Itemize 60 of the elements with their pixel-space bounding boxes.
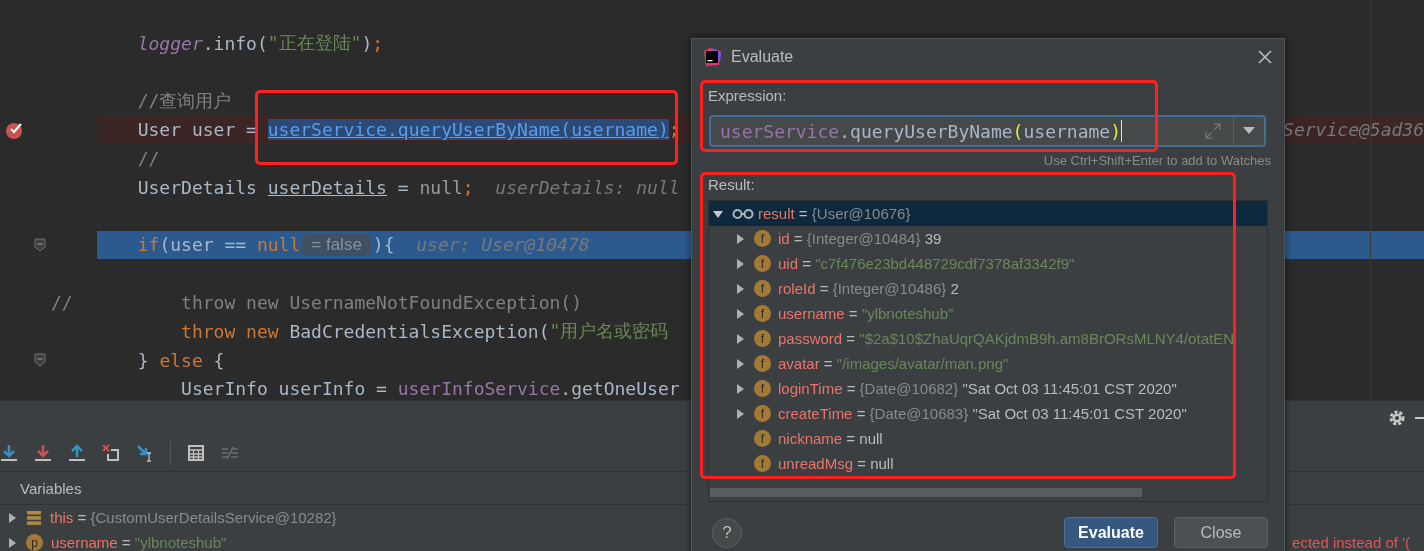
field-icon: f: [754, 255, 771, 272]
dialog-title: Evaluate: [731, 48, 794, 66]
fold-icon[interactable]: [34, 237, 46, 252]
selected-tree-row[interactable]: result = {User@10676}: [709, 201, 1267, 226]
variable-text: uid = "c7f476e23bd448729cdf7378af3342f9": [778, 255, 1075, 272]
variable-text: username = "ylbnoteshub": [778, 305, 954, 322]
scrollbar[interactable]: [710, 488, 1142, 497]
expand-arrow-icon[interactable]: [734, 232, 746, 245]
down-arrow-icon[interactable]: [0, 444, 18, 462]
expand-arrow-icon[interactable]: [734, 282, 746, 295]
field-icon: f: [754, 230, 771, 247]
help-button[interactable]: ?: [712, 517, 742, 548]
expand-arrow-icon[interactable]: [734, 257, 746, 270]
variable-text: username = "ylbnoteshub": [51, 534, 227, 551]
field-label: Expression:: [708, 87, 788, 105]
field-label: Result:: [708, 176, 756, 194]
variable-text: this = {CustomUserDetailsService@10282}: [50, 509, 337, 526]
down-arrow-icon[interactable]: [34, 444, 52, 462]
expression-field[interactable]: userService.queryUserByName(username): [709, 115, 1266, 147]
close-button[interactable]: Close: [1174, 517, 1268, 548]
expand-arrow-icon[interactable]: [734, 357, 746, 370]
hint-text: Use Ctrl+Shift+Enter to add to Watches: [1042, 153, 1271, 168]
expand-arrow-icon[interactable]: [734, 332, 746, 345]
cursor-arrow-icon[interactable]: [136, 444, 154, 462]
dropdown-caret-icon: [1243, 127, 1255, 135]
parameter-icon: p: [26, 534, 43, 551]
stack-icon: [26, 509, 42, 526]
variable-text: roleId = {Integer@10486} 2: [778, 280, 959, 297]
field-icon: f: [754, 380, 771, 397]
variable-text: createTime = {Date@10683} "Sat Oct 03 11:45:01 CST 2020": [778, 405, 1187, 422]
variable-text: id = {Integer@10484} 39: [778, 230, 942, 247]
fold-icon[interactable]: [34, 353, 46, 368]
field-icon: f: [754, 455, 771, 472]
field-icon: f: [754, 430, 771, 447]
expand-arrow-icon[interactable]: [734, 407, 746, 420]
expand-arrow-icon[interactable]: [6, 511, 18, 524]
expand-arrow-icon[interactable]: [6, 536, 18, 549]
variable-text: nickname = null: [778, 430, 883, 447]
variable-text: result = {User@10676}: [758, 205, 911, 222]
close-icon[interactable]: [1258, 50, 1272, 64]
calculator-icon[interactable]: [187, 444, 205, 462]
error-message: ected instead of '(: [1292, 534, 1410, 551]
settings-icon[interactable]: [1388, 409, 1406, 427]
field-icon: f: [754, 305, 771, 322]
variable-text: password = "$2a$10$ZhaUqrQAKjdmB9h.am8BrORsMLNY4/otatEN: [778, 330, 1234, 347]
app-logo-icon: [702, 47, 722, 67]
field-icon: f: [754, 355, 771, 372]
field-icon: f: [754, 330, 771, 347]
evaluate-button[interactable]: Evaluate: [1064, 517, 1158, 548]
up-arrow-icon[interactable]: [68, 444, 86, 462]
variable-text: loginTime = {Date@10682} "Sat Oct 03 11:45:01 CST 2020": [778, 380, 1177, 397]
variable-text: unreadMsg = null: [778, 455, 894, 472]
field-icon: f: [754, 405, 771, 422]
cross-frame-icon[interactable]: [102, 444, 120, 462]
panel-title: Variables: [20, 479, 82, 497]
expand-arrow-icon[interactable]: [734, 382, 746, 395]
field-icon: f: [754, 280, 771, 297]
variable-text: avatar = "/images/avatar/man.png": [778, 355, 1009, 372]
expand-arrow-icon[interactable]: [734, 307, 746, 320]
glasses-icon: [732, 207, 754, 220]
